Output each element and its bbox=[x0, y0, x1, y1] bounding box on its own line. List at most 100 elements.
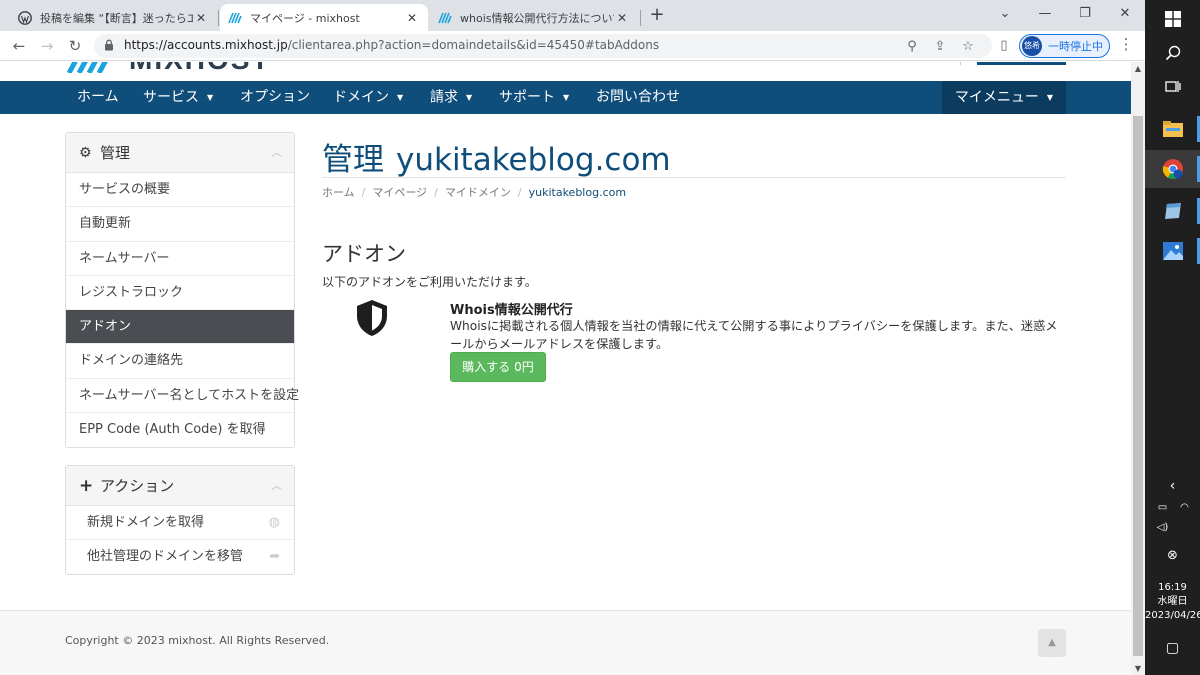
sidebar-item-private-nameservers[interactable]: ネームサーバー名としてホストを設定 bbox=[66, 379, 299, 414]
file-explorer-icon[interactable] bbox=[1145, 110, 1200, 148]
new-tab-button[interactable]: + bbox=[647, 5, 667, 25]
breadcrumb-mydomains[interactable]: マイドメイン bbox=[445, 186, 511, 199]
scroll-down-arrow-icon[interactable]: ▼ bbox=[1131, 664, 1145, 673]
browser-tab-active[interactable]: マイページ - mixhost ✕ bbox=[220, 4, 428, 31]
panel-title: アクション bbox=[100, 477, 175, 495]
more-menu-icon[interactable]: ⋮ bbox=[1118, 35, 1134, 53]
sidebar-item-contacts[interactable]: ドメインの連絡先 bbox=[66, 344, 294, 379]
close-icon[interactable]: ✕ bbox=[614, 11, 630, 25]
browser-toolbar: ← → ↻ https://accounts.mixhost.jp/client… bbox=[0, 31, 1145, 61]
reload-icon[interactable]: ↻ bbox=[64, 35, 86, 57]
forward-arrow-icon[interactable]: → bbox=[36, 35, 58, 57]
sidebar-item-nameservers[interactable]: ネームサーバー bbox=[66, 242, 294, 276]
minimize-button[interactable]: — bbox=[1025, 0, 1065, 31]
breadcrumb-separator: / bbox=[361, 186, 366, 199]
browser-tab-strip: 投稿を編集 “【断言】迷ったらエックス ✕ マイページ - mixhost ✕ … bbox=[0, 0, 1145, 31]
manage-panel: ⚙ 管理 ︿ サービスの概要 自動更新 ネームサーバー レジストラロック アドオ… bbox=[65, 132, 299, 449]
close-window-button[interactable]: ✕ bbox=[1105, 0, 1145, 31]
close-icon[interactable]: ✕ bbox=[404, 11, 420, 25]
page-title: 管理 yukitakeblog.com bbox=[322, 134, 671, 179]
nav-item-label: ホーム bbox=[77, 89, 119, 105]
actions-panel-header[interactable]: + アクション ︿ bbox=[66, 466, 294, 506]
buy-addon-button[interactable]: 購入する 0円 bbox=[450, 352, 546, 382]
nav-item-options[interactable]: オプション bbox=[240, 81, 310, 114]
zoom-search-icon[interactable]: ⚲ bbox=[904, 39, 920, 55]
tab-title: 投稿を編集 “【断言】迷ったらエックス bbox=[40, 11, 193, 25]
scrollbar-thumb[interactable] bbox=[1133, 116, 1143, 656]
breadcrumb-mypage[interactable]: マイページ bbox=[372, 186, 427, 199]
bookmark-star-icon[interactable]: ☆ bbox=[960, 39, 976, 55]
breadcrumb-current: yukitakeblog.com bbox=[528, 186, 627, 199]
url-path: /clientarea.php?action=domaindetails&id=… bbox=[287, 38, 660, 52]
chrome-icon[interactable] bbox=[1145, 150, 1200, 188]
sidebar-item-overview[interactable]: サービスの概要 bbox=[66, 173, 294, 208]
addons-subtitle: 以下のアドオンをご利用いただけます。 bbox=[322, 275, 537, 289]
nav-item-contact[interactable]: お問い合わせ bbox=[596, 81, 680, 114]
lock-icon bbox=[104, 39, 114, 55]
windows-start-icon[interactable] bbox=[1145, 0, 1200, 38]
nav-item-domains[interactable]: ドメイン ▼ bbox=[333, 81, 403, 114]
action-label: 新規ドメインを取得 bbox=[87, 515, 205, 530]
my-menu-label: マイメニュー bbox=[954, 89, 1039, 106]
breadcrumb-separator: / bbox=[434, 186, 438, 199]
nav-item-billing[interactable]: 請求 ▼ bbox=[430, 81, 472, 114]
photos-app-icon[interactable] bbox=[1145, 232, 1200, 270]
panel-title: 管理 bbox=[100, 144, 131, 162]
nav-item-home[interactable]: ホーム bbox=[77, 81, 119, 114]
action-label: 他社管理のドメインを移管 bbox=[87, 549, 244, 564]
share-icon[interactable]: ⇪ bbox=[932, 39, 948, 55]
windows-taskbar: ‹ ▭ ◠ ◁) ⊗ 16:19 水曜日 2023/04/26 ▢ bbox=[1145, 0, 1200, 675]
clock-weekday: 水曜日 bbox=[1157, 596, 1188, 607]
title-divider bbox=[322, 177, 1066, 178]
taskbar-clock[interactable]: 16:19 水曜日 2023/04/26 bbox=[1145, 581, 1200, 623]
nav-item-label: ドメイン bbox=[333, 89, 389, 106]
page-scrollbar[interactable]: ▲ ▼ bbox=[1131, 62, 1145, 675]
mixhost-logo-icon bbox=[228, 11, 242, 25]
profile-status-label: 一時停止中 bbox=[1048, 40, 1103, 53]
addon-name: Whois情報公開代行 bbox=[450, 303, 573, 318]
close-icon[interactable]: ✕ bbox=[193, 11, 209, 25]
tab-search-chevron-icon[interactable]: ⌄ bbox=[985, 0, 1025, 31]
profile-button[interactable]: 悠希 一時停止中 bbox=[1019, 34, 1110, 58]
manage-panel-header[interactable]: ⚙ 管理 ︿ bbox=[66, 133, 294, 173]
notes-app-icon[interactable] bbox=[1145, 192, 1200, 230]
search-icon[interactable] bbox=[1145, 34, 1200, 72]
notification-center-icon[interactable]: ▢ bbox=[1145, 640, 1200, 656]
back-arrow-icon[interactable]: ← bbox=[8, 35, 30, 57]
site-logo[interactable]: MIXHOST bbox=[65, 62, 295, 73]
page-title-domain: yukitakeblog.com bbox=[396, 142, 671, 178]
tab-divider bbox=[218, 10, 219, 26]
sidebar-item-addons[interactable]: アドオン bbox=[66, 310, 294, 345]
browser-tab[interactable]: whois情報公開代行方法について - ✕ bbox=[430, 4, 638, 31]
address-bar[interactable]: https://accounts.mixhost.jp/clientarea.p… bbox=[94, 34, 992, 58]
mixhost-logo-icon bbox=[438, 11, 452, 25]
wifi-icon[interactable]: ◠ bbox=[1157, 502, 1200, 513]
scroll-up-arrow-icon[interactable]: ▲ bbox=[1131, 64, 1145, 73]
side-panel-icon[interactable]: ▯ bbox=[993, 35, 1015, 57]
header-account-button[interactable] bbox=[977, 62, 1066, 65]
browser-tab[interactable]: 投稿を編集 “【断言】迷ったらエックス ✕ bbox=[10, 4, 217, 31]
sidebar-item-register-domain[interactable]: 新規ドメインを取得 ◍ bbox=[66, 506, 294, 540]
sidebar-item-auto-renew[interactable]: 自動更新 bbox=[66, 207, 294, 242]
back-to-top-button[interactable]: ▲ bbox=[1038, 629, 1066, 657]
restore-button[interactable]: ❐ bbox=[1065, 0, 1105, 31]
chevron-left-icon[interactable]: ‹ bbox=[1145, 478, 1200, 494]
main-navigation: ホーム サービス ▼ オプション ドメイン ▼ 請求 ▼ サポート ▼ お問い合わせ マ… bbox=[0, 81, 1131, 114]
chevron-up-icon[interactable]: ︿ bbox=[271, 133, 282, 173]
page-footer: Copyright © 2023 mixhost. All Rights Res… bbox=[0, 610, 1131, 675]
speaker-icon[interactable]: ◁) bbox=[1135, 522, 1190, 533]
caret-down-icon: ▼ bbox=[1046, 93, 1054, 102]
sidebar-item-epp-code[interactable]: EPP Code (Auth Code) を取得 bbox=[66, 413, 294, 447]
close-circle-icon[interactable]: ⊗ bbox=[1145, 548, 1200, 563]
wordpress-icon bbox=[18, 10, 32, 25]
chevron-up-icon[interactable]: ︿ bbox=[271, 466, 282, 506]
nav-item-label: サポート bbox=[499, 89, 555, 106]
my-menu-dropdown[interactable]: マイメニュー ▼ bbox=[942, 81, 1066, 114]
sidebar-item-registrar-lock[interactable]: レジストラロック bbox=[66, 276, 294, 311]
task-view-icon[interactable] bbox=[1145, 68, 1200, 106]
nav-item-label: お問い合わせ bbox=[596, 89, 680, 105]
sidebar-item-transfer-domain[interactable]: 他社管理のドメインを移管 ➦ bbox=[66, 540, 294, 574]
breadcrumb-home[interactable]: ホーム bbox=[322, 186, 355, 199]
nav-item-support[interactable]: サポート ▼ bbox=[499, 81, 569, 114]
nav-item-services[interactable]: サービス ▼ bbox=[143, 81, 213, 114]
